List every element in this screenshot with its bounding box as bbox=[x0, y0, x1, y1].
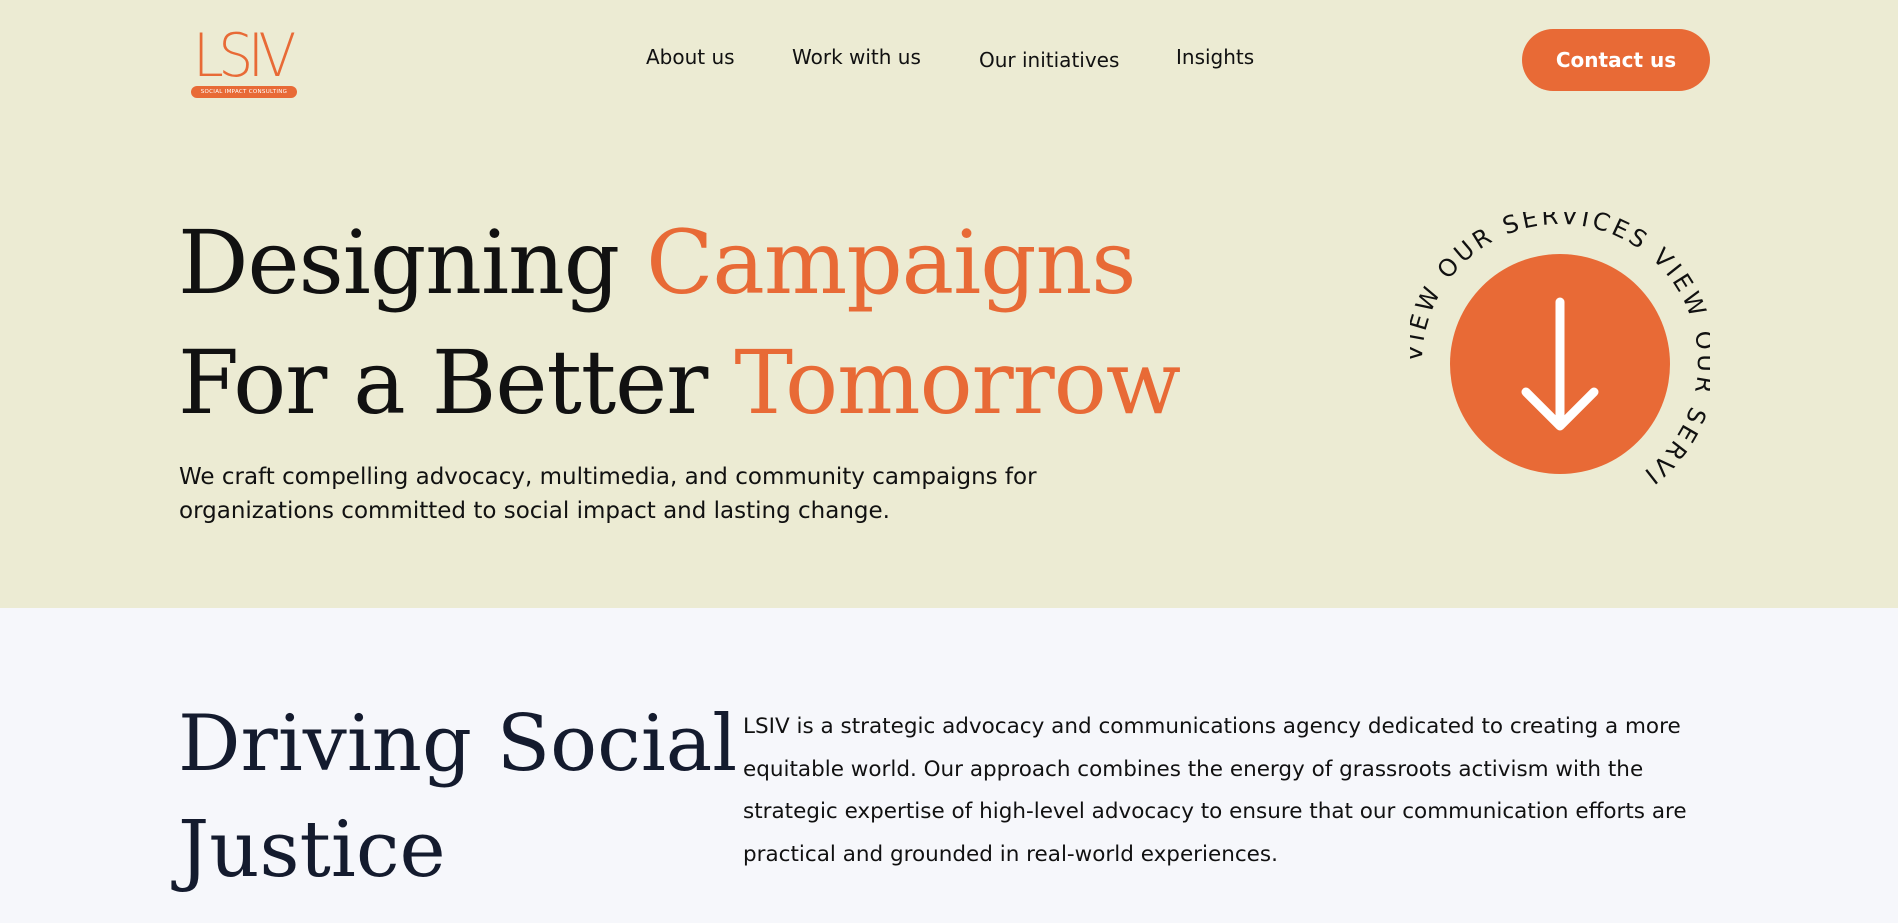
hero-headline-line2: For a Better Tomorrow bbox=[178, 328, 1181, 438]
about-title-line2: Justice bbox=[178, 805, 446, 895]
nav-work-with-us[interactable]: Work with us bbox=[792, 45, 921, 69]
view-services-button[interactable]: VIEW OUR SERVICES VIEW OUR SERVI bbox=[1410, 212, 1710, 512]
nav-our-initiatives[interactable]: Our initiatives bbox=[979, 48, 1119, 72]
nav-about-us[interactable]: About us bbox=[646, 45, 735, 69]
headline-plain-2: For a Better bbox=[178, 331, 708, 434]
hero-section: LSIV SOCIAL IMPACT CONSULTING About us W… bbox=[0, 0, 1898, 608]
logo-tagline: SOCIAL IMPACT CONSULTING bbox=[191, 86, 297, 98]
about-body: LSIV is a strategic advocacy and communi… bbox=[743, 714, 1687, 867]
headline-accent-1: Campaigns bbox=[646, 211, 1136, 314]
headline-plain-1: Designing bbox=[178, 211, 620, 314]
nav-insights[interactable]: Insights bbox=[1176, 45, 1254, 69]
contact-us-button[interactable]: Contact us bbox=[1522, 29, 1710, 91]
lsiv-logo[interactable]: LSIV SOCIAL IMPACT CONSULTING bbox=[191, 20, 299, 100]
about-title-line1: Driving Social bbox=[178, 699, 738, 789]
logo-wordmark: LSIV bbox=[193, 21, 296, 91]
hero-headline-line1: Designing Campaigns bbox=[178, 208, 1136, 318]
hero-subtitle: We craft compelling advocacy, multimedia… bbox=[179, 464, 1037, 524]
headline-accent-2: Tomorrow bbox=[734, 331, 1181, 434]
